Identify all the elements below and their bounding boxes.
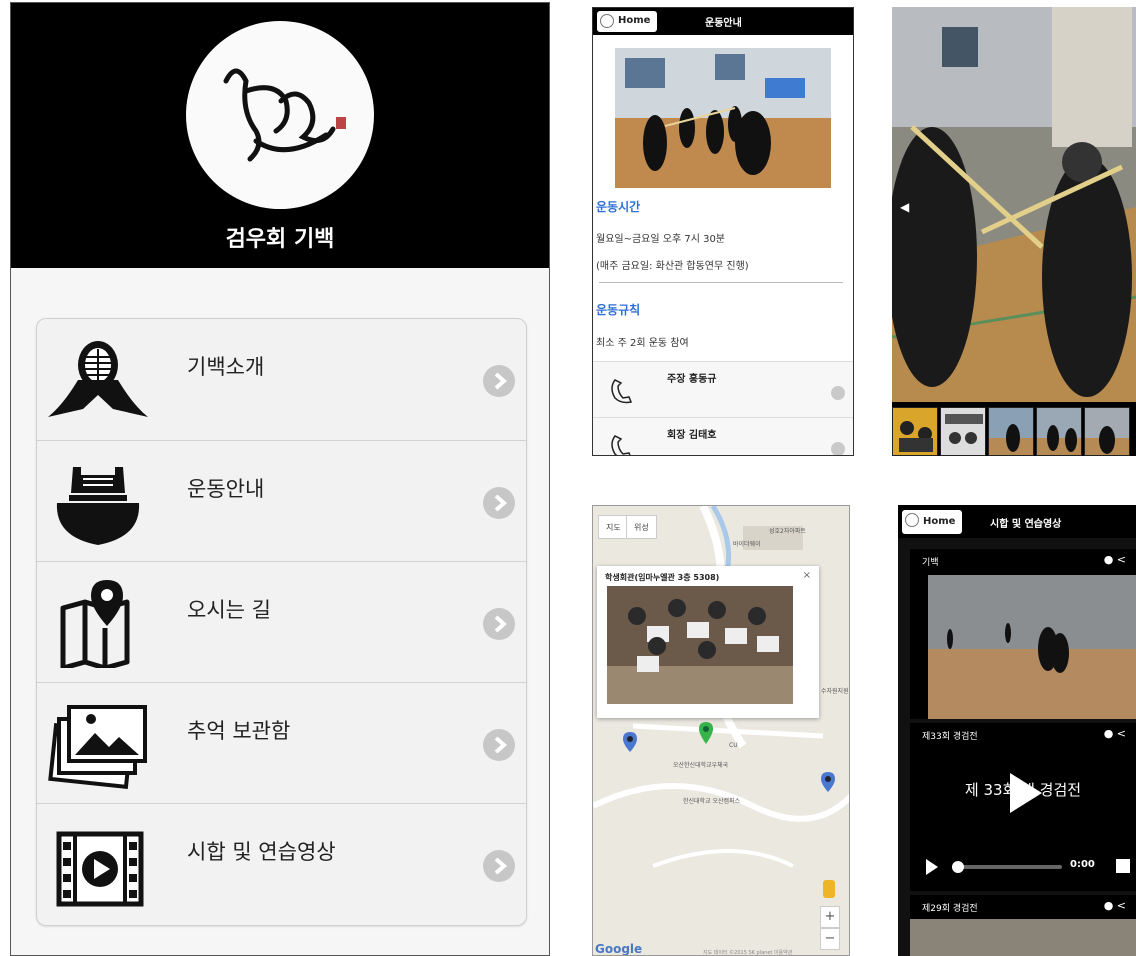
video-card[interactable]: 제29회 경검전 ● <	[910, 895, 1136, 956]
chevron-right-icon	[483, 850, 515, 882]
popup-photo	[607, 586, 793, 704]
map-pin-icon	[43, 578, 153, 671]
home-button[interactable]: Home	[597, 11, 657, 32]
thumbnail[interactable]	[940, 407, 986, 456]
chevron-right-icon	[831, 386, 845, 400]
chevron-right-icon	[831, 442, 845, 455]
rule-line-1: 최소 주 2회 운동 참여	[596, 338, 689, 349]
contact-row-captain[interactable]: 주장 홍동규	[593, 361, 853, 417]
close-icon[interactable]: ×	[803, 570, 811, 581]
photo-gallery-screen: ◀	[892, 7, 1136, 456]
gallery-photo[interactable]	[892, 7, 1136, 402]
video-title: 제33회 경검전	[922, 732, 978, 742]
zoom-out-button[interactable]: −	[820, 928, 840, 950]
time-line-1: 월요일~금요일 오후 7시 30분	[596, 234, 726, 245]
map-place-label: 바이더웨이	[733, 541, 761, 548]
time-line-2: (매주 금요일: 화산관 합동연무 진행)	[596, 261, 749, 272]
kendo-armor-icon	[43, 457, 153, 547]
contact-name: 주장 홍동규	[667, 374, 717, 385]
menu-item-directions[interactable]: 오시는 길	[37, 561, 526, 682]
video-card[interactable]: 기백 ● <	[910, 549, 1136, 719]
time-heading: 운동시간	[596, 200, 641, 214]
thumbnail[interactable]	[1084, 407, 1130, 456]
home-button[interactable]: Home	[902, 510, 962, 534]
phone-icon	[609, 378, 633, 406]
thumbnail-strip	[892, 407, 1136, 456]
header-banner: 검우회 기백	[11, 3, 549, 268]
map-type-map-button[interactable]: 지도	[598, 515, 629, 539]
video-title: 기백	[922, 558, 939, 568]
map-screen: 지도 위성 성호2차아파트 바이더웨이 학생회관(임마누엘관 3층 5308) …	[592, 505, 850, 956]
menu-item-intro[interactable]: 기백소개	[37, 319, 526, 440]
map-place-label: CU	[729, 742, 738, 749]
menu-item-label: 오시는 길	[187, 598, 271, 622]
club-name: 검우회 기백	[225, 227, 335, 252]
info-popup: 학생회관(임마누엘관 3층 5308) ×	[597, 566, 819, 718]
map-marker-icon[interactable]	[821, 772, 835, 792]
menu-item-exercise[interactable]: 운동안내	[37, 440, 526, 561]
menu-item-videos[interactable]: 시합 및 연습영상	[37, 803, 526, 924]
chevron-right-icon	[483, 608, 515, 640]
contact-row-president[interactable]: 회장 김태호	[593, 417, 853, 455]
video-thumbnail	[910, 549, 1136, 719]
previous-arrow-icon[interactable]: ◀	[900, 200, 909, 214]
map-place-label: 수자원지원	[821, 688, 849, 695]
photo-album-icon	[43, 699, 153, 790]
selected-marker-icon[interactable]	[699, 722, 713, 744]
club-logo	[186, 21, 374, 209]
rule-heading: 운동규칙	[596, 303, 641, 317]
home-icon	[600, 14, 614, 28]
practice-photo	[615, 48, 831, 188]
map-place-label: 성호2차아파트	[769, 528, 806, 535]
street-view-pegman-icon[interactable]	[823, 880, 835, 898]
play-icon[interactable]	[1010, 773, 1042, 813]
menu-item-label: 운동안내	[187, 477, 265, 501]
map-place-label: 한신대학교 오산캠퍼스	[683, 798, 741, 805]
thumbnail[interactable]	[1036, 407, 1082, 456]
screen-title: 운동안내	[705, 18, 742, 29]
chevron-right-icon	[483, 729, 515, 761]
main-menu-screen: 검우회 기백 기백소개 운동안내 오시는 길 추억 보관함 시합 및 연습영상	[10, 2, 550, 956]
map-marker-icon[interactable]	[623, 732, 637, 752]
zoom-in-button[interactable]: +	[820, 906, 840, 928]
kendo-mask-icon	[43, 335, 153, 425]
thumbnail[interactable]	[988, 407, 1034, 456]
watch-later-share-icons[interactable]: ● <	[1104, 727, 1126, 740]
menu-item-label: 시합 및 연습영상	[187, 840, 336, 864]
home-icon	[905, 513, 919, 527]
play-button-icon	[926, 859, 938, 875]
video-card[interactable]: 제33회 경검전 ● < 제 33회 대 경검전 0:00	[910, 723, 1136, 891]
menu-item-label: 추억 보관함	[187, 719, 291, 743]
watch-later-share-icons[interactable]: ● <	[1104, 553, 1126, 566]
chevron-right-icon	[483, 487, 515, 519]
google-logo: Google	[595, 942, 643, 956]
video-controls: 0:00	[910, 853, 1136, 881]
home-label: Home	[618, 15, 651, 26]
top-bar: Home 운동안내	[593, 8, 853, 35]
phone-icon	[609, 434, 633, 455]
popup-title: 학생회관(임마누엘관 3층 5308)	[605, 573, 720, 582]
video-icon	[43, 820, 153, 910]
map-place-label: 오산한신대학교우체국	[673, 762, 729, 769]
home-label: Home	[923, 516, 956, 527]
map-type-satellite-button[interactable]: 위성	[626, 515, 657, 539]
chevron-right-icon	[483, 365, 515, 397]
main-menu-list: 기백소개 운동안내 오시는 길 추억 보관함 시합 및 연습영상	[36, 318, 527, 926]
exercise-info-screen: Home 운동안내 운동시간 월요일~금요일 오후 7시 30분 (매주 금요일…	[592, 7, 854, 456]
thumbnail[interactable]	[892, 407, 938, 456]
contact-name: 회장 김태호	[667, 430, 717, 441]
menu-item-album[interactable]: 추억 보관함	[37, 682, 526, 803]
video-title: 제29회 경검전	[922, 904, 978, 914]
divider	[599, 282, 843, 283]
top-bar: Home 시합 및 연습영상	[898, 505, 1136, 538]
menu-item-label: 기백소개	[187, 355, 265, 379]
screen-title: 시합 및 연습영상	[990, 519, 1062, 530]
video-screen: Home 시합 및 연습영상 기백 ● < 제33회 경검전 ● < 제 33회…	[898, 505, 1136, 956]
map-copyright: 지도 데이터 ©2015 SK planet 이용약관	[703, 950, 793, 956]
video-time: 0:00	[1070, 859, 1095, 870]
watch-later-share-icons[interactable]: ● <	[1104, 899, 1126, 912]
